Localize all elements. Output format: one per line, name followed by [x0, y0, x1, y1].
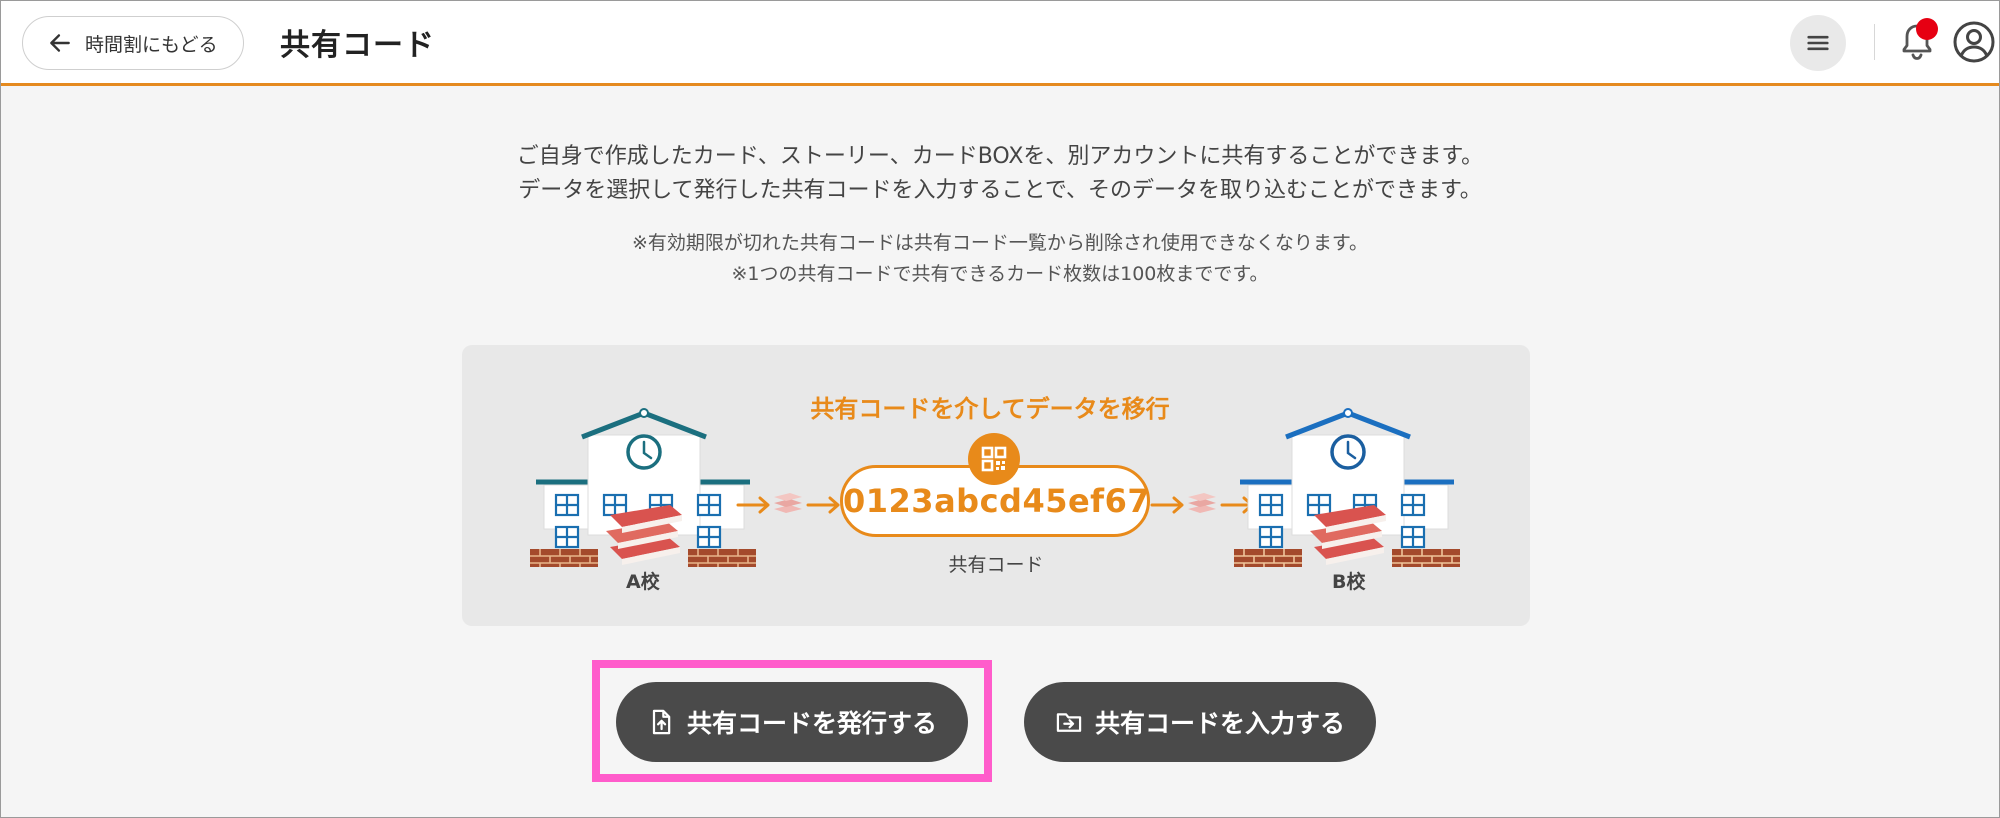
arrow-left-icon [50, 34, 70, 52]
menu-button[interactable] [1790, 15, 1846, 71]
notification-badge [1916, 18, 1938, 40]
app-header: 時間割にもどる 共有コード [0, 0, 2000, 86]
folder-import-icon [1056, 713, 1082, 732]
description-line-1: ご自身で作成したカード、ストーリー、カードBOXを、別アカウントに共有することが… [516, 144, 1484, 169]
school-b-illustration [1234, 408, 1460, 567]
note-line-1: ※有効期限が切れた共有コードは共有コード一覧から削除され使用できなくなります。 [631, 232, 1369, 254]
school-a-illustration [530, 408, 756, 567]
back-button-label: 時間割にもどる [85, 33, 218, 56]
issue-share-code-button[interactable]: 共有コードを発行する [616, 682, 968, 762]
share-code-value: 0123abcd45ef67 [843, 482, 1151, 520]
notes-text: ※有効期限が切れた共有コードは共有コード一覧から削除され使用できなくなります。 … [0, 228, 2000, 290]
note-line-2: ※1つの共有コードで共有できるカード枚数は100枚までです。 [731, 263, 1269, 285]
back-to-timetable-button[interactable]: 時間割にもどる [22, 16, 244, 70]
user-icon[interactable] [1952, 20, 1996, 64]
description-text: ご自身で作成したカード、ストーリー、カードBOXを、別アカウントに共有することが… [0, 140, 2000, 208]
school-b-label: B校 [1332, 571, 1366, 593]
issue-share-code-label: 共有コードを発行する [686, 709, 937, 738]
file-upload-icon [652, 709, 671, 735]
enter-share-code-label: 共有コードを入力する [1094, 709, 1345, 738]
page-title: 共有コード [280, 28, 435, 63]
menu-icon [1807, 35, 1829, 51]
qr-code-icon [968, 433, 1020, 485]
enter-share-code-button[interactable]: 共有コードを入力する [1024, 682, 1376, 762]
share-code-illustration: 共有コードを介してデータを移行 A校 0123abcd45ef67 共有コード … [462, 345, 1530, 626]
header-divider [1874, 24, 1875, 60]
transfer-arrows-left [736, 493, 840, 514]
description-line-2: データを選択して発行した共有コードを入力することで、そのデータを取り込むことがで… [518, 178, 1482, 203]
